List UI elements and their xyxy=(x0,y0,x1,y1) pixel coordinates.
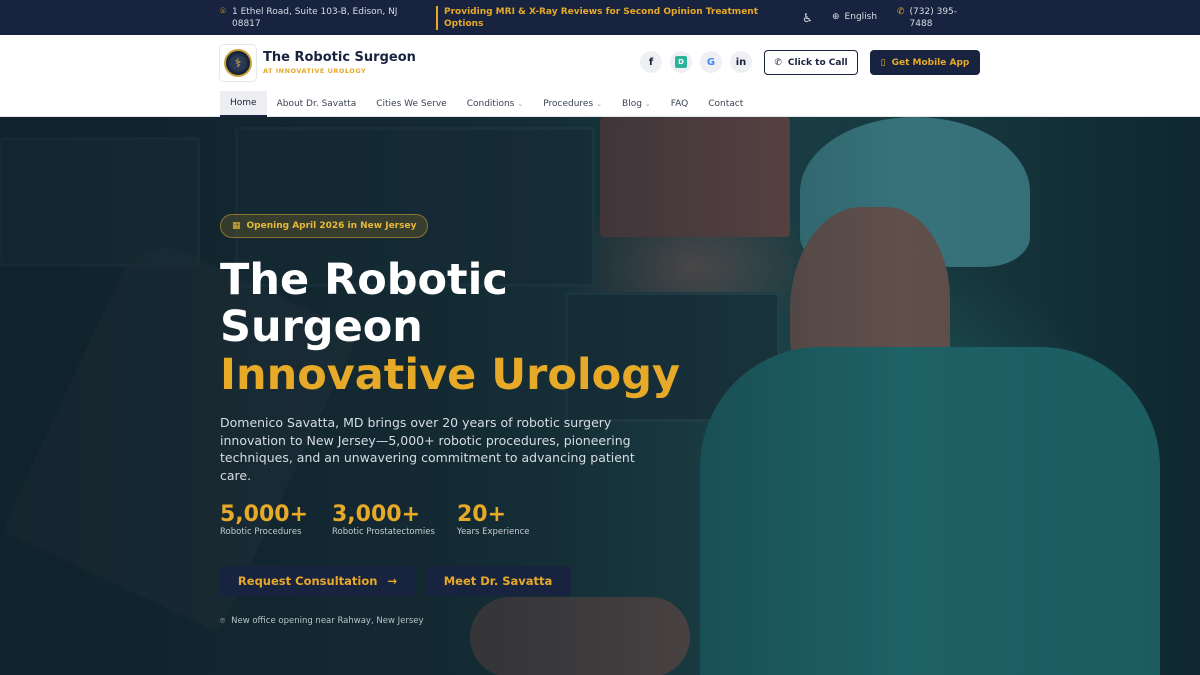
hero-section: ▦ Opening April 2026 in New Jersey The R… xyxy=(0,117,1200,675)
language-selector[interactable]: ⊕ English xyxy=(832,12,877,22)
accessibility-icon[interactable]: ♿ xyxy=(802,11,813,25)
arrow-right-icon: → xyxy=(387,574,398,588)
top-info-bar: ⌾ 1 Ethel Road, Suite 103-B, Edison, NJ … xyxy=(0,0,1200,35)
linkedin-icon[interactable]: in xyxy=(730,51,752,73)
stat-value: 20+ xyxy=(457,502,507,527)
brand-title[interactable]: The Robotic Surgeon xyxy=(263,50,416,65)
address[interactable]: ⌾ 1 Ethel Road, Suite 103-B, Edison, NJ … xyxy=(220,6,420,30)
opening-badge: ▦ Opening April 2026 in New Jersey xyxy=(220,214,429,238)
google-icon[interactable]: G xyxy=(700,51,722,73)
office-note: ⌾ New office opening near Rahway, New Je… xyxy=(220,616,424,626)
calendar-icon: ▦ xyxy=(232,221,241,231)
click-to-call-button[interactable]: ✆ Click to Call xyxy=(764,50,858,75)
language-label: English xyxy=(844,12,878,22)
site-header: ⚕ The Robotic Surgeon AT INNOVATIVE UROL… xyxy=(0,35,1200,117)
hero-description: Domenico Savatta, MD brings over 20 year… xyxy=(220,415,635,483)
caduceus-icon: ⚕ xyxy=(224,49,252,77)
nav-item-contact[interactable]: Contact xyxy=(698,91,753,117)
office-note-text: New office opening near Rahway, New Jers… xyxy=(231,616,424,626)
stat-label: Robotic Procedures xyxy=(220,527,302,537)
opening-badge-text: Opening April 2026 in New Jersey xyxy=(246,221,417,231)
hero-title-line1: The Robotic xyxy=(220,255,508,305)
stat-value: 3,000+ xyxy=(332,502,421,527)
nav-item-faq[interactable]: FAQ xyxy=(661,91,698,117)
promo-banner[interactable]: Providing MRI & X-Ray Reviews for Second… xyxy=(436,6,776,30)
mobile-icon: ▯ xyxy=(880,57,886,68)
phone-icon: ✆ xyxy=(897,7,905,17)
request-consultation-button[interactable]: Request Consultation → xyxy=(220,566,415,596)
phone-link[interactable]: ✆ (732) 395-7488 xyxy=(897,6,977,30)
map-pin-icon: ⌾ xyxy=(220,616,226,626)
stat-label: Robotic Prostatectomies xyxy=(332,527,435,537)
stat-robotic-prostatectomies: 3,000+ Robotic Prostatectomies xyxy=(332,502,435,538)
doximity-icon[interactable]: D xyxy=(670,51,692,73)
chevron-down-icon: ⌄ xyxy=(644,100,651,108)
get-mobile-app-button[interactable]: ▯ Get Mobile App xyxy=(870,50,980,75)
chevron-down-icon: ⌄ xyxy=(596,100,603,108)
click-to-call-label: Click to Call xyxy=(787,57,848,68)
nav-item-conditions[interactable]: Conditions ⌄ xyxy=(457,91,534,117)
logo[interactable]: ⚕ xyxy=(220,45,256,81)
brand-subtitle: AT INNOVATIVE UROLOGY xyxy=(263,67,367,75)
phone-number: (732) 395-7488 xyxy=(909,7,958,29)
address-text: 1 Ethel Road, Suite 103-B, Edison, NJ 08… xyxy=(232,7,398,29)
request-consultation-label: Request Consultation xyxy=(237,574,378,588)
meet-dr-savatta-button[interactable]: Meet Dr. Savatta xyxy=(425,566,571,596)
stat-label: Years Experience xyxy=(457,527,530,537)
nav-item-blog[interactable]: Blog ⌄ xyxy=(612,91,661,117)
hero-title-highlight: Innovative Urology xyxy=(220,350,681,400)
hero-title: The Robotic Surgeon xyxy=(220,257,720,351)
chevron-down-icon: ⌄ xyxy=(517,100,524,108)
map-pin-icon: ⌾ xyxy=(220,6,226,17)
stat-years-experience: 20+ Years Experience xyxy=(457,502,530,538)
main-nav: Home About Dr. Savatta Cities We Serve C… xyxy=(220,91,753,117)
hero-title-line2: Surgeon xyxy=(220,302,423,352)
meet-dr-savatta-label: Meet Dr. Savatta xyxy=(443,574,553,588)
nav-item-home[interactable]: Home xyxy=(220,91,267,117)
nav-item-cities[interactable]: Cities We Serve xyxy=(366,91,456,117)
facebook-icon[interactable]: f xyxy=(640,51,662,73)
globe-icon: ⊕ xyxy=(832,12,840,22)
nav-item-about[interactable]: About Dr. Savatta xyxy=(267,91,367,117)
stat-value: 5,000+ xyxy=(220,502,309,527)
stat-robotic-procedures: 5,000+ Robotic Procedures xyxy=(220,502,309,538)
phone-icon: ✆ xyxy=(774,57,782,68)
get-mobile-app-label: Get Mobile App xyxy=(891,57,970,68)
nav-item-procedures[interactable]: Procedures ⌄ xyxy=(533,91,612,117)
